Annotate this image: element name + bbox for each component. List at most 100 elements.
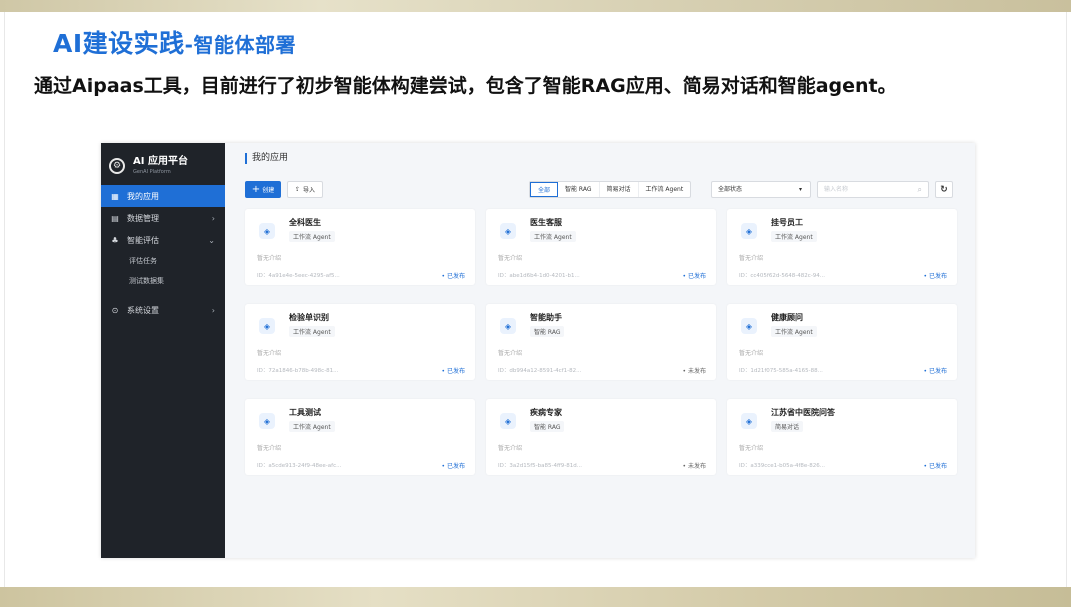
brand-sub: GenAI Platform xyxy=(133,169,171,175)
search-icon: ⌕ xyxy=(917,185,922,194)
app-icon: ◈ xyxy=(259,223,275,239)
app-icon: ◈ xyxy=(259,413,275,429)
sidebar-subitem-0[interactable]: 评估任务 xyxy=(101,251,225,271)
app-card[interactable]: ◈ 检验单识别 工作流 Agent 暂无介绍 ID：72a1846-b78b-498c-… xyxy=(245,304,475,380)
filter-tab-3[interactable]: 工作流 Agent xyxy=(639,182,691,197)
app-id: ID：cc405f62d-5648-482c-94... xyxy=(739,273,826,279)
evaluation-icon: ♣ xyxy=(111,235,119,245)
status-select[interactable]: 全部状态 ▾ xyxy=(711,181,811,198)
filter-tab-0[interactable]: 全部 xyxy=(530,182,559,197)
search-input[interactable]: 输入名称 ⌕ xyxy=(817,181,929,198)
app-name: 疾病专家 xyxy=(530,408,562,417)
brand-name: AI 应用平台 xyxy=(133,156,188,167)
slide-description: 通过Aipaas工具，目前进行了初步智能体构建尝试，包含了智能RAG应用、简易对… xyxy=(34,75,897,97)
grid-icon: ▦ xyxy=(111,191,119,201)
app-type-tag: 工作流 Agent xyxy=(530,231,576,242)
chevron-icon: ⌄ xyxy=(208,235,215,245)
app-card[interactable]: ◈ 智能助手 智能 RAG 暂无介绍 ID：db994a12-8591-4cf1-82.… xyxy=(486,304,716,380)
type-filter: 全部 智能 RAG 简易对话 工作流 Agent xyxy=(529,181,692,198)
app-id: ID：a5cde913-24f9-48ee-afc... xyxy=(257,463,342,469)
app-card[interactable]: ◈ 医生客服工作流 Agent 暂无介绍 ID：abe1d6b4-1d0-4201-b… xyxy=(486,209,716,285)
app-icon: ◈ xyxy=(500,223,516,239)
app-name: 工具测试 xyxy=(289,408,321,417)
status-badge: • 已发布 xyxy=(441,463,465,470)
status-badge: • 已发布 xyxy=(441,368,465,375)
status-badge: • 未发布 xyxy=(682,368,706,375)
app-card[interactable]: ◈ 挂号员工工作流 Agent 暂无介绍 ID：cc405f62d-5648-482c… xyxy=(727,209,957,285)
app-desc: 暂无介绍 xyxy=(739,445,764,452)
app-desc: 暂无介绍 xyxy=(257,255,282,262)
app-card[interactable]: ◈ 全科医生工作流 Agent 暂无介绍 ID：4a91e4e-5eec-4295-a… xyxy=(245,209,475,285)
app-card[interactable]: ◈ 工具测试工作流 Agent 暂无介绍 ID：a5cde913-24f9-48ee-… xyxy=(245,399,475,475)
app-icon: ◈ xyxy=(741,223,757,239)
filter-tab-1[interactable]: 智能 RAG xyxy=(558,182,600,197)
status-badge: • 已发布 xyxy=(923,368,947,375)
refresh-button[interactable]: ↻ xyxy=(935,181,953,198)
app-icon: ◈ xyxy=(741,413,757,429)
main-content: 我的应用 + 创建 ⇪ 导入 全部 智能 RAG 简易对话 工作流 Agent 全部状态 ▾… xyxy=(225,143,975,558)
import-button[interactable]: ⇪ 导入 xyxy=(287,181,323,198)
app-type-tag: 工作流 Agent xyxy=(771,231,817,242)
app-type-tag: 智能 RAG xyxy=(530,326,565,337)
app-desc: 暂无介绍 xyxy=(498,255,523,262)
app-card[interactable]: ◈ 疾病专家 智能 RAG 暂无介绍 ID：3a2d15f5-ba85-4ff9-81d… xyxy=(486,399,716,475)
app-type-tag: 工作流 Agent xyxy=(289,231,335,242)
filter-tab-2[interactable]: 简易对话 xyxy=(600,182,639,197)
toolbar: + 创建 ⇪ 导入 全部 智能 RAG 简易对话 工作流 Agent 全部状态 ▾ 输入名称… xyxy=(245,181,955,199)
status-badge: • 已发布 xyxy=(441,273,465,280)
slide-subtitle: -智能体部署 xyxy=(184,33,296,57)
app-name: 全科医生 xyxy=(289,218,321,227)
top-decor-band xyxy=(0,0,1071,12)
sidebar-item-0[interactable]: ▦ 我的应用 xyxy=(101,185,225,207)
app-desc: 暂无介绍 xyxy=(498,445,523,452)
refresh-icon: ↻ xyxy=(940,184,948,195)
app-desc: 暂无介绍 xyxy=(498,350,523,357)
sidebar-subitem-1[interactable]: 测试数据集 xyxy=(101,271,225,291)
app-desc: 暂无介绍 xyxy=(257,445,282,452)
sidebar-item-2[interactable]: ♣ 智能评估 ⌄ xyxy=(101,229,225,251)
create-button[interactable]: + 创建 xyxy=(245,181,281,198)
app-name: 医生客服 xyxy=(530,218,562,227)
chevron-icon: › xyxy=(211,305,215,315)
app-type-tag: 简易对话 xyxy=(771,421,804,432)
app-icon: ◈ xyxy=(500,318,516,334)
sidebar-item-label: 我的应用 xyxy=(127,191,159,201)
status-badge: • 已发布 xyxy=(682,273,706,280)
app-name: 检验单识别 xyxy=(289,313,329,322)
app-id: ID：abe1d6b4-1d0-4201-b1... xyxy=(498,273,580,279)
app-icon: ◈ xyxy=(259,318,275,334)
app-icon: ◈ xyxy=(500,413,516,429)
sidebar-nav: ▦ 我的应用 ▤ 数据管理 › ♣ 智能评估 ⌄ 评估任务 测试数据集 ⊙ 系统设置 › xyxy=(101,185,225,321)
app-icon: ◈ xyxy=(741,318,757,334)
app-type-tag: 工作流 Agent xyxy=(771,326,817,337)
app-desc: 暂无介绍 xyxy=(739,255,764,262)
app-name: 健康顾问 xyxy=(771,313,803,322)
sidebar-item-label: 数据管理 xyxy=(127,213,159,223)
app-id: ID：72a1846-b78b-498c-81... xyxy=(257,368,339,374)
sidebar-item-settings[interactable]: ⊙ 系统设置 › xyxy=(101,299,225,321)
app-type-tag: 工作流 Agent xyxy=(289,326,335,337)
app-card[interactable]: ◈ 江苏省中医院问答 简易对话 暂无介绍 ID：a339cce1-b05a-4f8e-8… xyxy=(727,399,957,475)
sidebar-item-label: 智能评估 xyxy=(127,235,159,245)
app-card[interactable]: ◈ 健康顾问工作流 Agent 暂无介绍 ID：1d21f075-585a-4165-… xyxy=(727,304,957,380)
chevron-icon: › xyxy=(211,213,215,223)
app-id: ID：4a91e4e-5eec-4295-af5... xyxy=(257,273,340,279)
app-desc: 暂无介绍 xyxy=(739,350,764,357)
page-title: 我的应用 xyxy=(245,153,288,164)
app-screenshot: ⚙ AI 应用平台 GenAI Platform ▦ 我的应用 ▤ 数据管理 › ♣ 智能评… xyxy=(101,143,975,558)
status-badge: • 已发布 xyxy=(923,273,947,280)
chevron-down-icon: ▾ xyxy=(798,186,802,193)
slide-title: AI建设实践-智能体部署 xyxy=(53,29,296,58)
app-id: ID：1d21f075-585a-4165-88... xyxy=(739,368,823,374)
app-name: 江苏省中医院问答 xyxy=(771,408,835,417)
import-icon: ⇪ xyxy=(294,186,300,193)
status-badge: • 未发布 xyxy=(682,463,706,470)
bottom-decor-band xyxy=(0,587,1071,607)
app-id: ID：db994a12-8591-4cf1-82... xyxy=(498,368,582,374)
app-name: 挂号员工 xyxy=(771,218,803,227)
app-type-tag: 工作流 Agent xyxy=(289,421,335,432)
status-badge: • 已发布 xyxy=(923,463,947,470)
app-id: ID：3a2d15f5-ba85-4ff9-81d... xyxy=(498,463,582,469)
sidebar-item-1[interactable]: ▤ 数据管理 › xyxy=(101,207,225,229)
